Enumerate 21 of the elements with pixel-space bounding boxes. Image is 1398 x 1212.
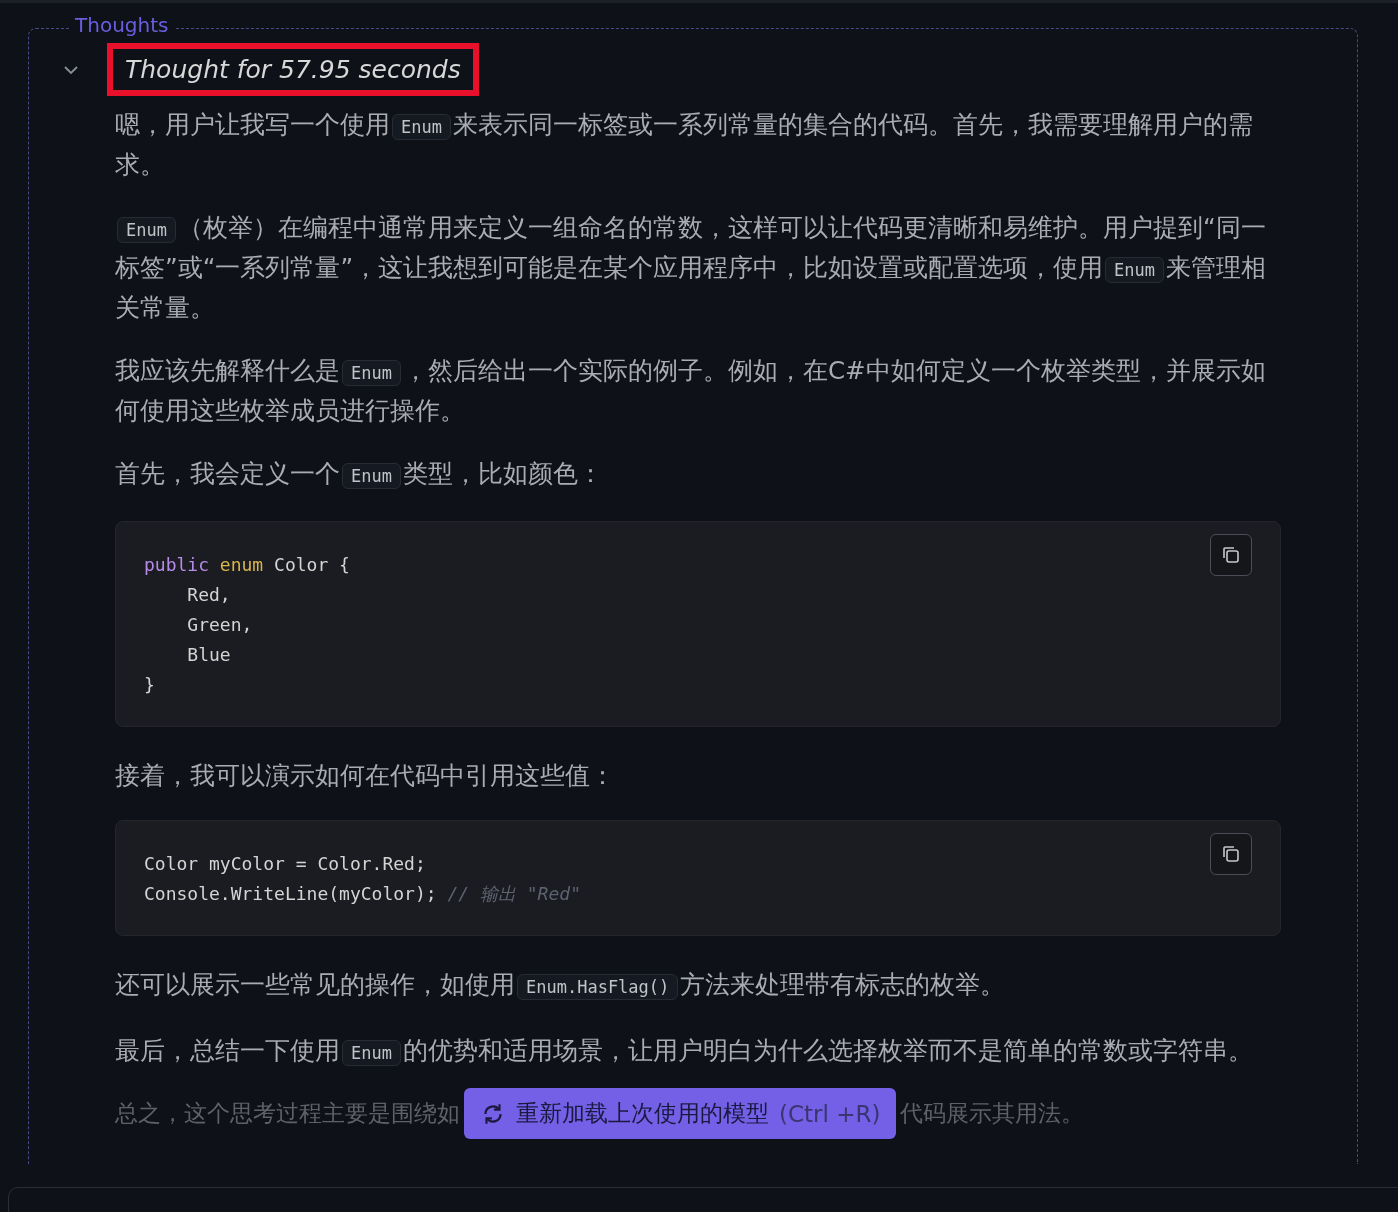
paragraph: 接着，我可以演示如何在代码中引用这些值：	[115, 760, 616, 792]
code-line: }	[144, 673, 156, 697]
code-line: Green,	[186, 613, 254, 637]
paragraph: 我应该先解释什么是 Enum ，然后给出一个实际的例子。例如，在C#中如何定义一个枚举类型，并展示如何使用这些枚举成员进行操作。	[115, 355, 1267, 427]
reload-model-button[interactable]: 重新加载上次使用的模型 (Ctrl +R)	[464, 1088, 897, 1139]
paragraph: 嗯，用户让我写一个使用 Enum 来表示同一标签或一系列常量的集合的代码。首先，我需要理解用户的需求。	[115, 109, 1254, 181]
paragraph: Enum （枚举）在编程中通常用来定义一组命名的常数，这样可以让代码更清晰和易维护。用户提到“同一标签”或“一系列常量”，这让我想到可能是在某个应用程序中，比如设置或配置选项，使用 Enum 来管理相关常量。	[115, 212, 1268, 324]
paragraph: 总之，这个思考过程主要是围绕如	[115, 1099, 460, 1128]
thought-duration[interactable]: Thought for 57.95 seconds	[107, 43, 479, 96]
paragraph: 还可以展示一些常见的操作，如使用 Enum.HasFlag() 方法来处理带有标志的枚举。	[115, 969, 1007, 1002]
copy-icon[interactable]	[1210, 833, 1252, 875]
copy-icon[interactable]	[1210, 534, 1252, 576]
paragraph: 最后，总结一下使用 Enum 的优势和适用场景，让用户明白为什么选择枚举而不是简单的常数或字符串。	[115, 1035, 1254, 1068]
code-line: Console.WriteLine(myColor); // 输出 "Red"	[144, 882, 581, 906]
code-line: public enum Color {	[144, 553, 350, 577]
paragraph: 代码展示其用法。	[900, 1099, 1085, 1128]
code-line: Blue	[186, 643, 232, 667]
code-line: Red,	[186, 583, 232, 607]
paragraph: 首先，我会定义一个 Enum 类型，比如颜色：	[115, 458, 604, 491]
code-line: Color myColor = Color.Red;	[144, 852, 427, 876]
panel-legend: Thoughts	[69, 15, 175, 35]
